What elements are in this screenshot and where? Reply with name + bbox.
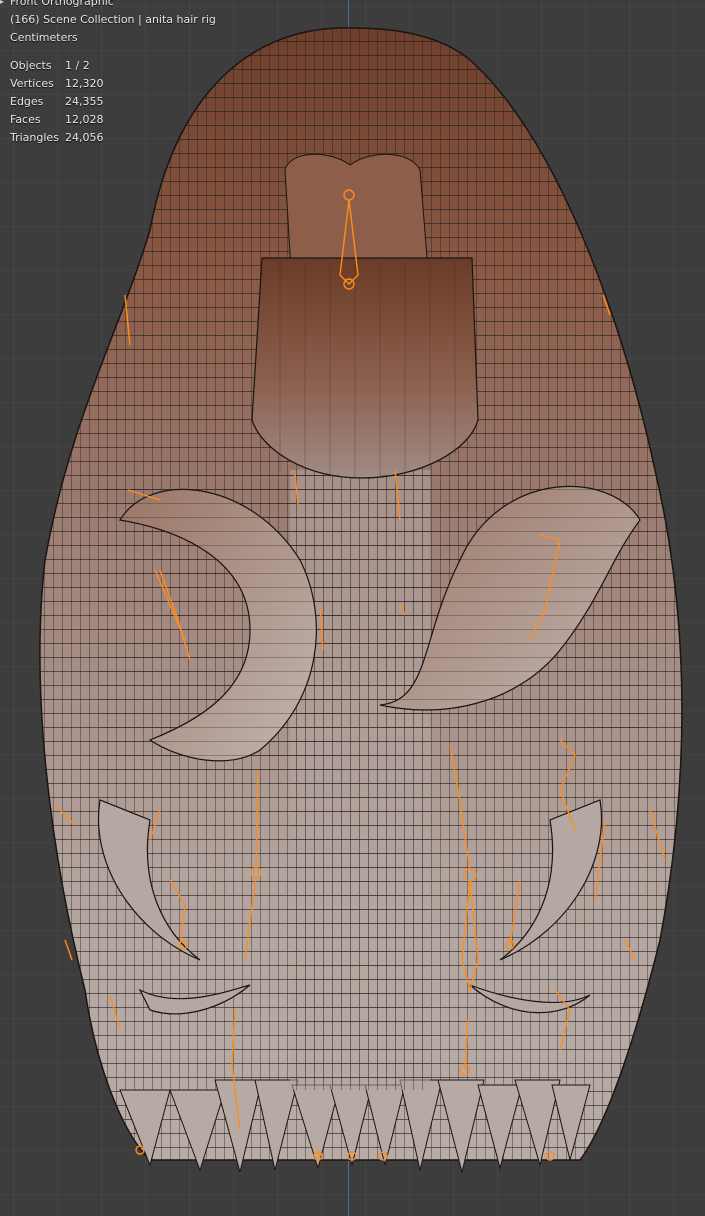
viewport-overlay: Front Orthographic (166) Scene Collectio… [10,0,216,147]
3d-viewport[interactable]: Front Orthographic (166) Scene Collectio… [0,0,705,1216]
hair-bangs [251,257,479,479]
stat-faces: Faces 12,028 [10,111,216,129]
stat-label: Vertices [10,77,54,90]
hair-mesh[interactable] [0,0,705,1216]
stat-value: 24,355 [65,95,104,108]
stat-value: 12,320 [65,77,104,90]
stat-vertices: Vertices 12,320 [10,75,216,93]
stat-objects: Objects 1 / 2 [10,57,216,75]
stat-triangles: Triangles 24,056 [10,129,216,147]
stat-label: Objects [10,59,52,72]
stat-value: 12,028 [65,113,104,126]
stat-label: Triangles [10,131,59,144]
unit-system: Centimeters [10,31,78,44]
expand-arrow-icon[interactable]: ▸ [0,0,4,6]
stat-label: Edges [10,95,44,108]
stat-edges: Edges 24,355 [10,93,216,111]
view-name: Front Orthographic [10,0,114,8]
stat-value: 1 / 2 [65,59,90,72]
stat-value: 24,056 [65,131,104,144]
stat-label: Faces [10,113,41,126]
collection-info: (166) Scene Collection | anita hair rig [10,13,216,26]
